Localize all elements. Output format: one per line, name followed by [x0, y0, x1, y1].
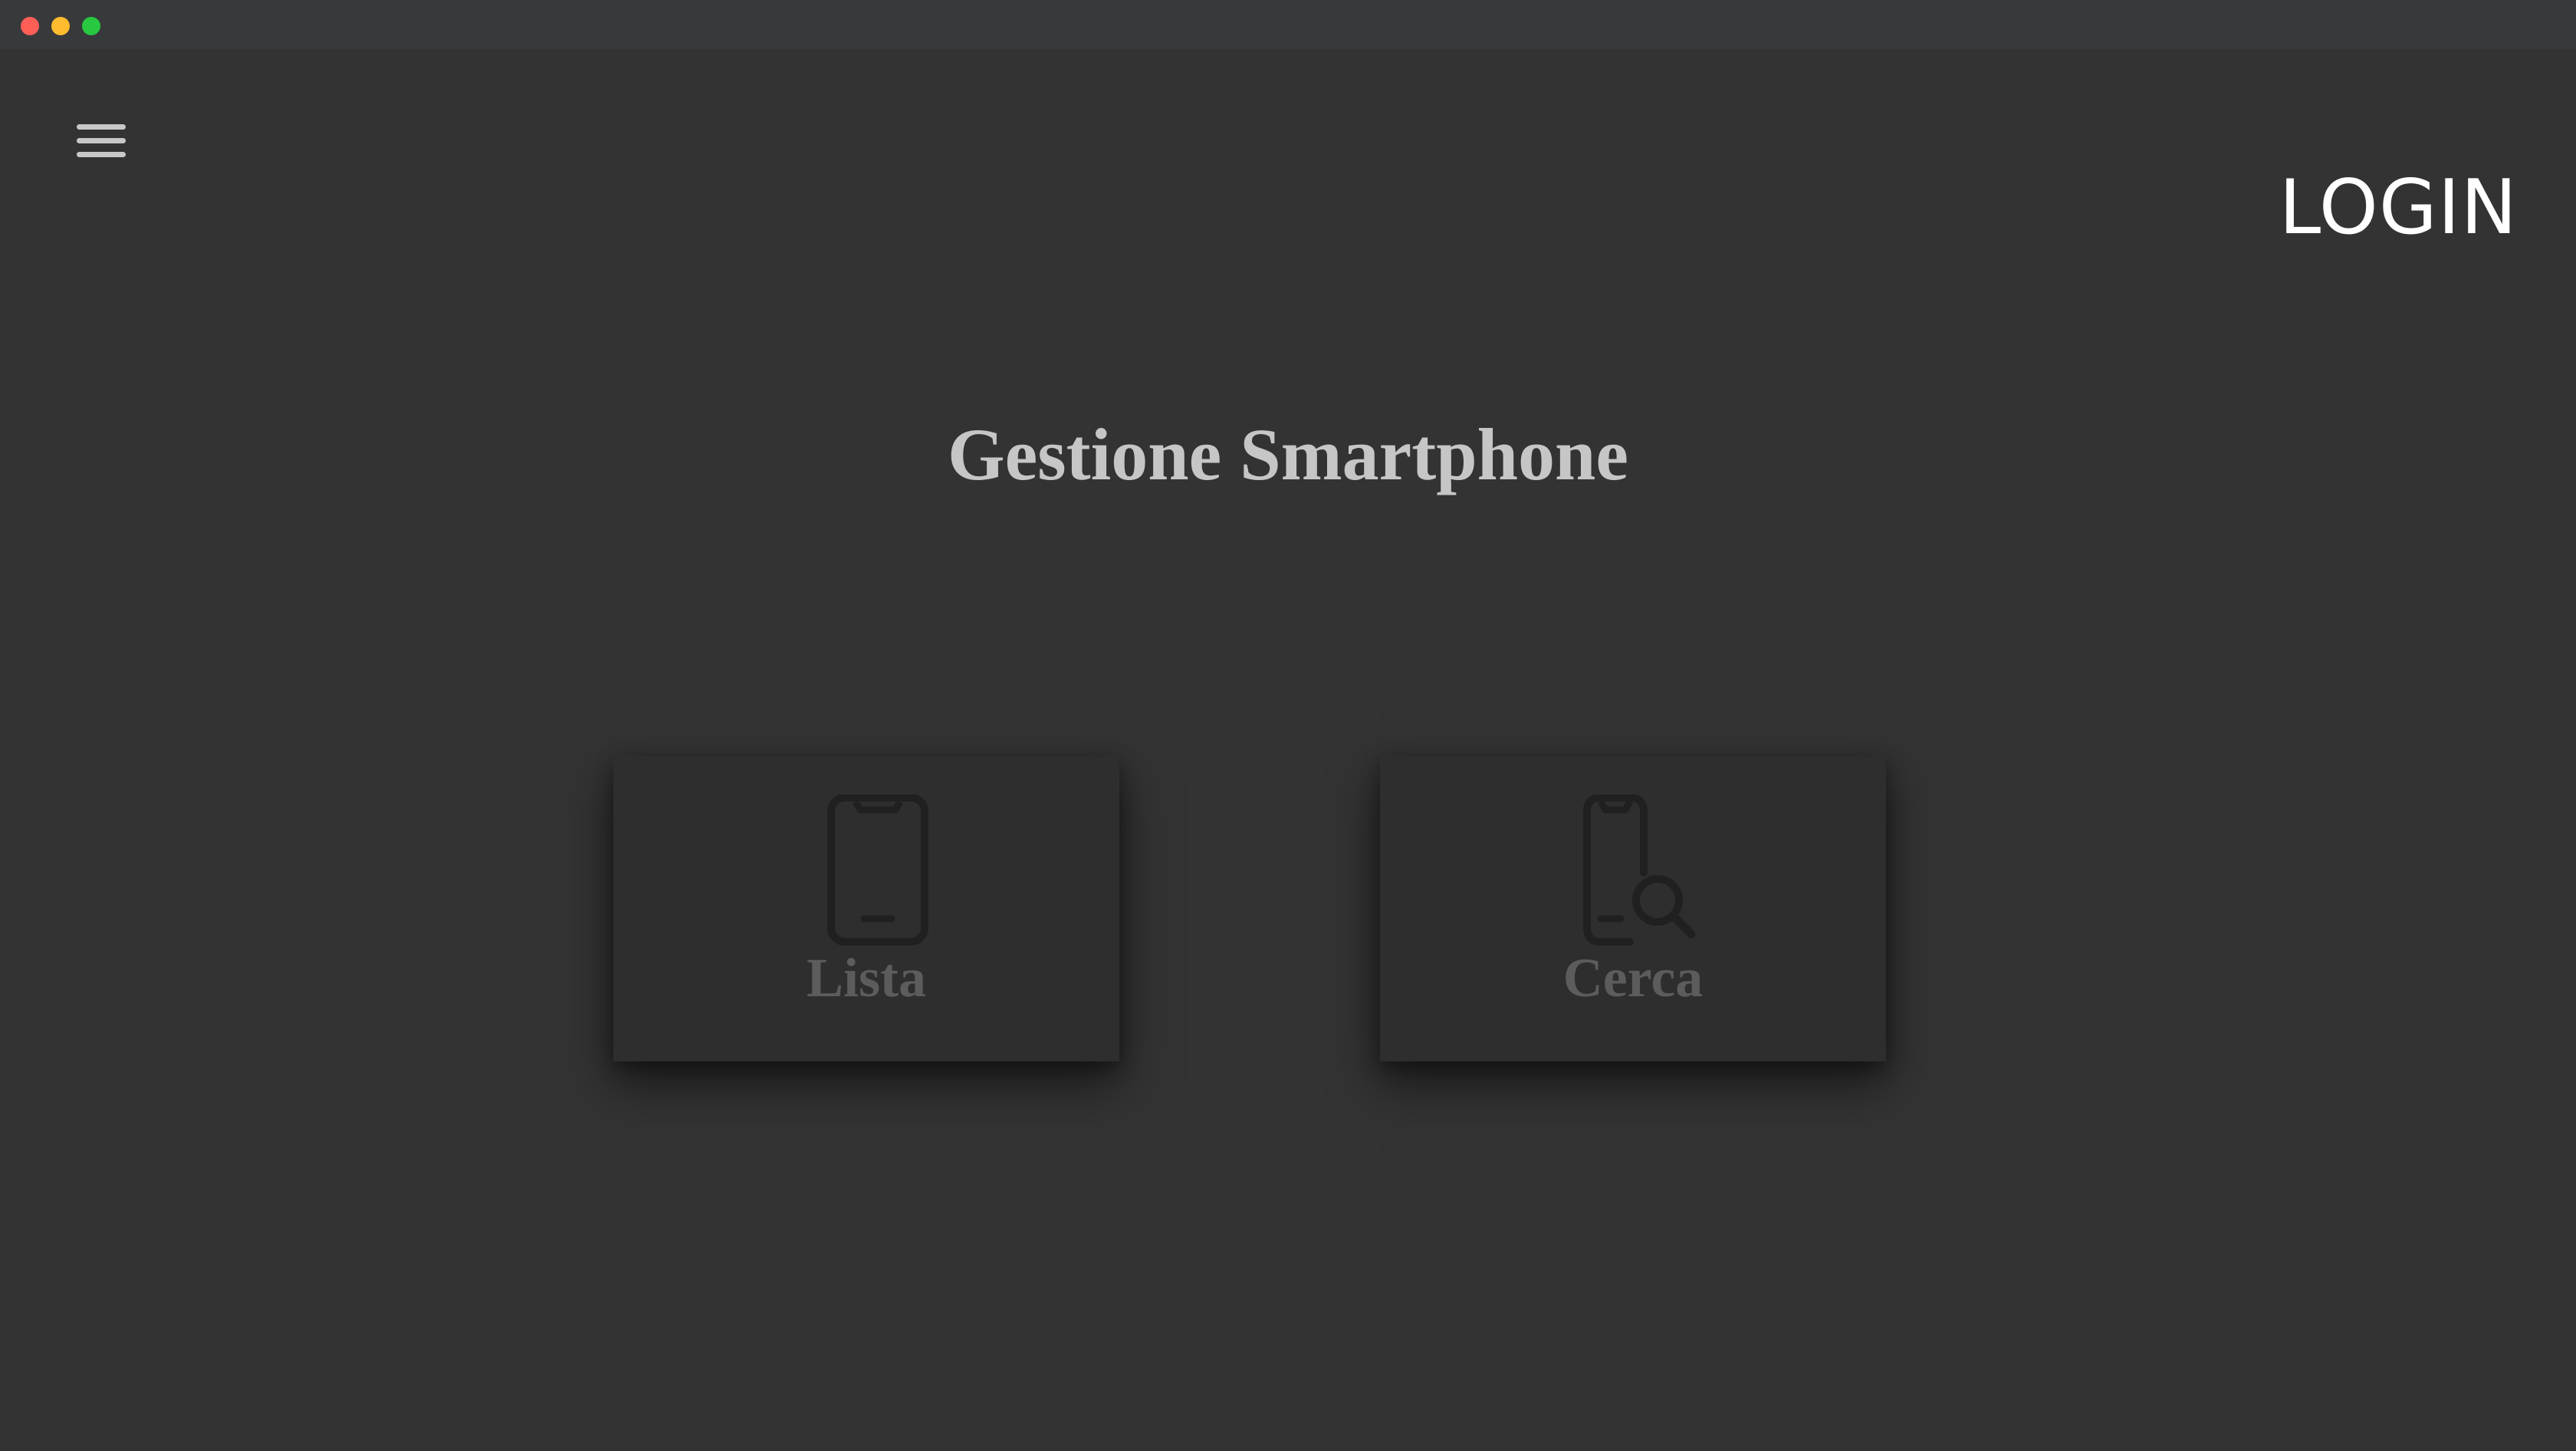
menu-bar-top — [77, 124, 126, 130]
login-link[interactable]: LOGIN — [2279, 170, 2518, 245]
cerca-card-label: Cerca — [1562, 947, 1704, 1008]
cerca-card[interactable]: Cerca — [1380, 756, 1886, 1061]
smartphone-icon — [613, 795, 1119, 948]
app-window: LOGIN Gestione Smartphone Lista Cerca — [0, 0, 2576, 1451]
lista-card-label: Lista — [806, 947, 927, 1008]
hamburger-menu-icon[interactable] — [74, 121, 129, 164]
page-title: Gestione Smartphone — [948, 413, 1628, 495]
smartphone-search-icon — [1380, 795, 1886, 948]
lista-card[interactable]: Lista — [613, 756, 1119, 1061]
window-titlebar — [0, 0, 2576, 49]
menu-bar-bottom — [77, 152, 126, 157]
window-minimize-button[interactable] — [51, 17, 70, 35]
window-maximize-button[interactable] — [82, 17, 100, 35]
window-close-button[interactable] — [21, 17, 39, 35]
menu-bar-middle — [77, 138, 126, 143]
